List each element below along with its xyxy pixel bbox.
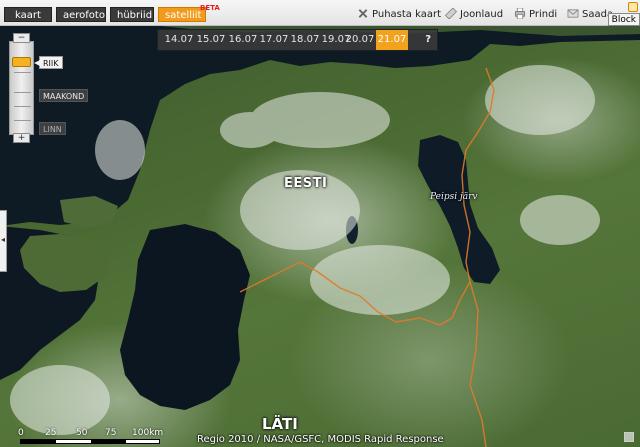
scale-tick-label: 100km <box>132 428 164 438</box>
zoom-control: − + <box>9 33 34 143</box>
beta-badge: BETA <box>200 4 220 12</box>
send-button[interactable]: Saada <box>567 8 613 22</box>
zoom-out-button[interactable]: − <box>13 33 30 43</box>
maptype-aerofoto-button[interactable]: aerofoto <box>56 7 106 22</box>
side-panel-toggle[interactable]: ◂ <box>0 210 7 272</box>
envelope-icon <box>567 9 579 18</box>
top-toolbar: kaart aerofoto hübriid satelliit BETA Pu… <box>0 0 640 26</box>
block-tooltip: Block <box>607 13 640 26</box>
maptype-hybrid-button[interactable]: hübriid <box>110 7 154 22</box>
scale-tick-label: 50 <box>76 428 88 438</box>
scale-bar-graphic <box>20 439 160 444</box>
scale-tick-label: 75 <box>105 428 117 438</box>
date-selector: 14.07 15.07 16.07 17.07 18.07 19.07 20.0… <box>157 29 438 51</box>
print-label: Prindi <box>529 9 558 20</box>
block-icon[interactable] <box>628 2 638 12</box>
lake-label-peipsi: Peipsi järv <box>430 192 478 202</box>
ruler-icon <box>445 8 457 19</box>
map-geography <box>0 26 640 447</box>
map-attribution: Regio 2010 / NASA/GSFC, MODIS Rapid Resp… <box>197 434 444 445</box>
zoom-level-maakond[interactable]: MAAKOND <box>39 89 89 102</box>
printer-icon <box>515 8 525 19</box>
chevron-left-icon: ◂ <box>1 235 6 244</box>
clear-map-button[interactable]: Puhasta kaart <box>357 8 441 22</box>
zoom-slider-track[interactable] <box>9 41 34 135</box>
maptype-satelliit-button[interactable]: satelliit <box>158 7 206 22</box>
satellite-map[interactable]: EESTI LÄTI Peipsi järv <box>0 0 640 447</box>
maptype-kaart-button[interactable]: kaart <box>4 7 52 22</box>
ruler-label: Joonlaud <box>460 9 504 20</box>
scale-segment <box>21 440 56 443</box>
country-label-lati: LÄTI <box>262 415 298 433</box>
clear-x-icon <box>358 9 368 18</box>
date-item[interactable]: 15.07 <box>196 30 226 50</box>
zoom-tick <box>14 92 31 93</box>
date-item[interactable]: 17.07 <box>259 30 289 50</box>
zoom-tick <box>14 72 31 73</box>
clear-map-label: Puhasta kaart <box>372 9 441 20</box>
date-item[interactable]: 18.07 <box>290 30 320 50</box>
resize-corner-icon[interactable] <box>624 432 634 442</box>
scale-bar: 0 25 50 75 100km <box>14 425 174 447</box>
date-help-button[interactable]: ? <box>425 30 431 50</box>
zoom-level-riik[interactable]: RIIK <box>34 56 63 69</box>
ruler-button[interactable]: Joonlaud <box>445 8 503 22</box>
scale-tick-label: 25 <box>45 428 57 438</box>
zoom-tick <box>14 106 31 107</box>
date-item[interactable]: 20.07 <box>344 30 376 50</box>
zoom-in-button[interactable]: + <box>13 133 30 143</box>
print-button[interactable]: Prindi <box>514 8 557 22</box>
zoom-slider-handle[interactable] <box>12 57 31 67</box>
date-item-selected[interactable]: 21.07 <box>376 30 408 50</box>
gulf-of-riga <box>120 224 250 410</box>
date-item[interactable]: 14.07 <box>164 30 194 50</box>
date-item[interactable]: 16.07 <box>228 30 258 50</box>
zoom-tick <box>14 120 31 121</box>
scale-tick-label: 0 <box>18 428 24 438</box>
zoom-level-linn[interactable]: LINN <box>39 122 66 135</box>
scale-segment <box>91 440 126 443</box>
country-label-eesti: EESTI <box>284 176 328 191</box>
